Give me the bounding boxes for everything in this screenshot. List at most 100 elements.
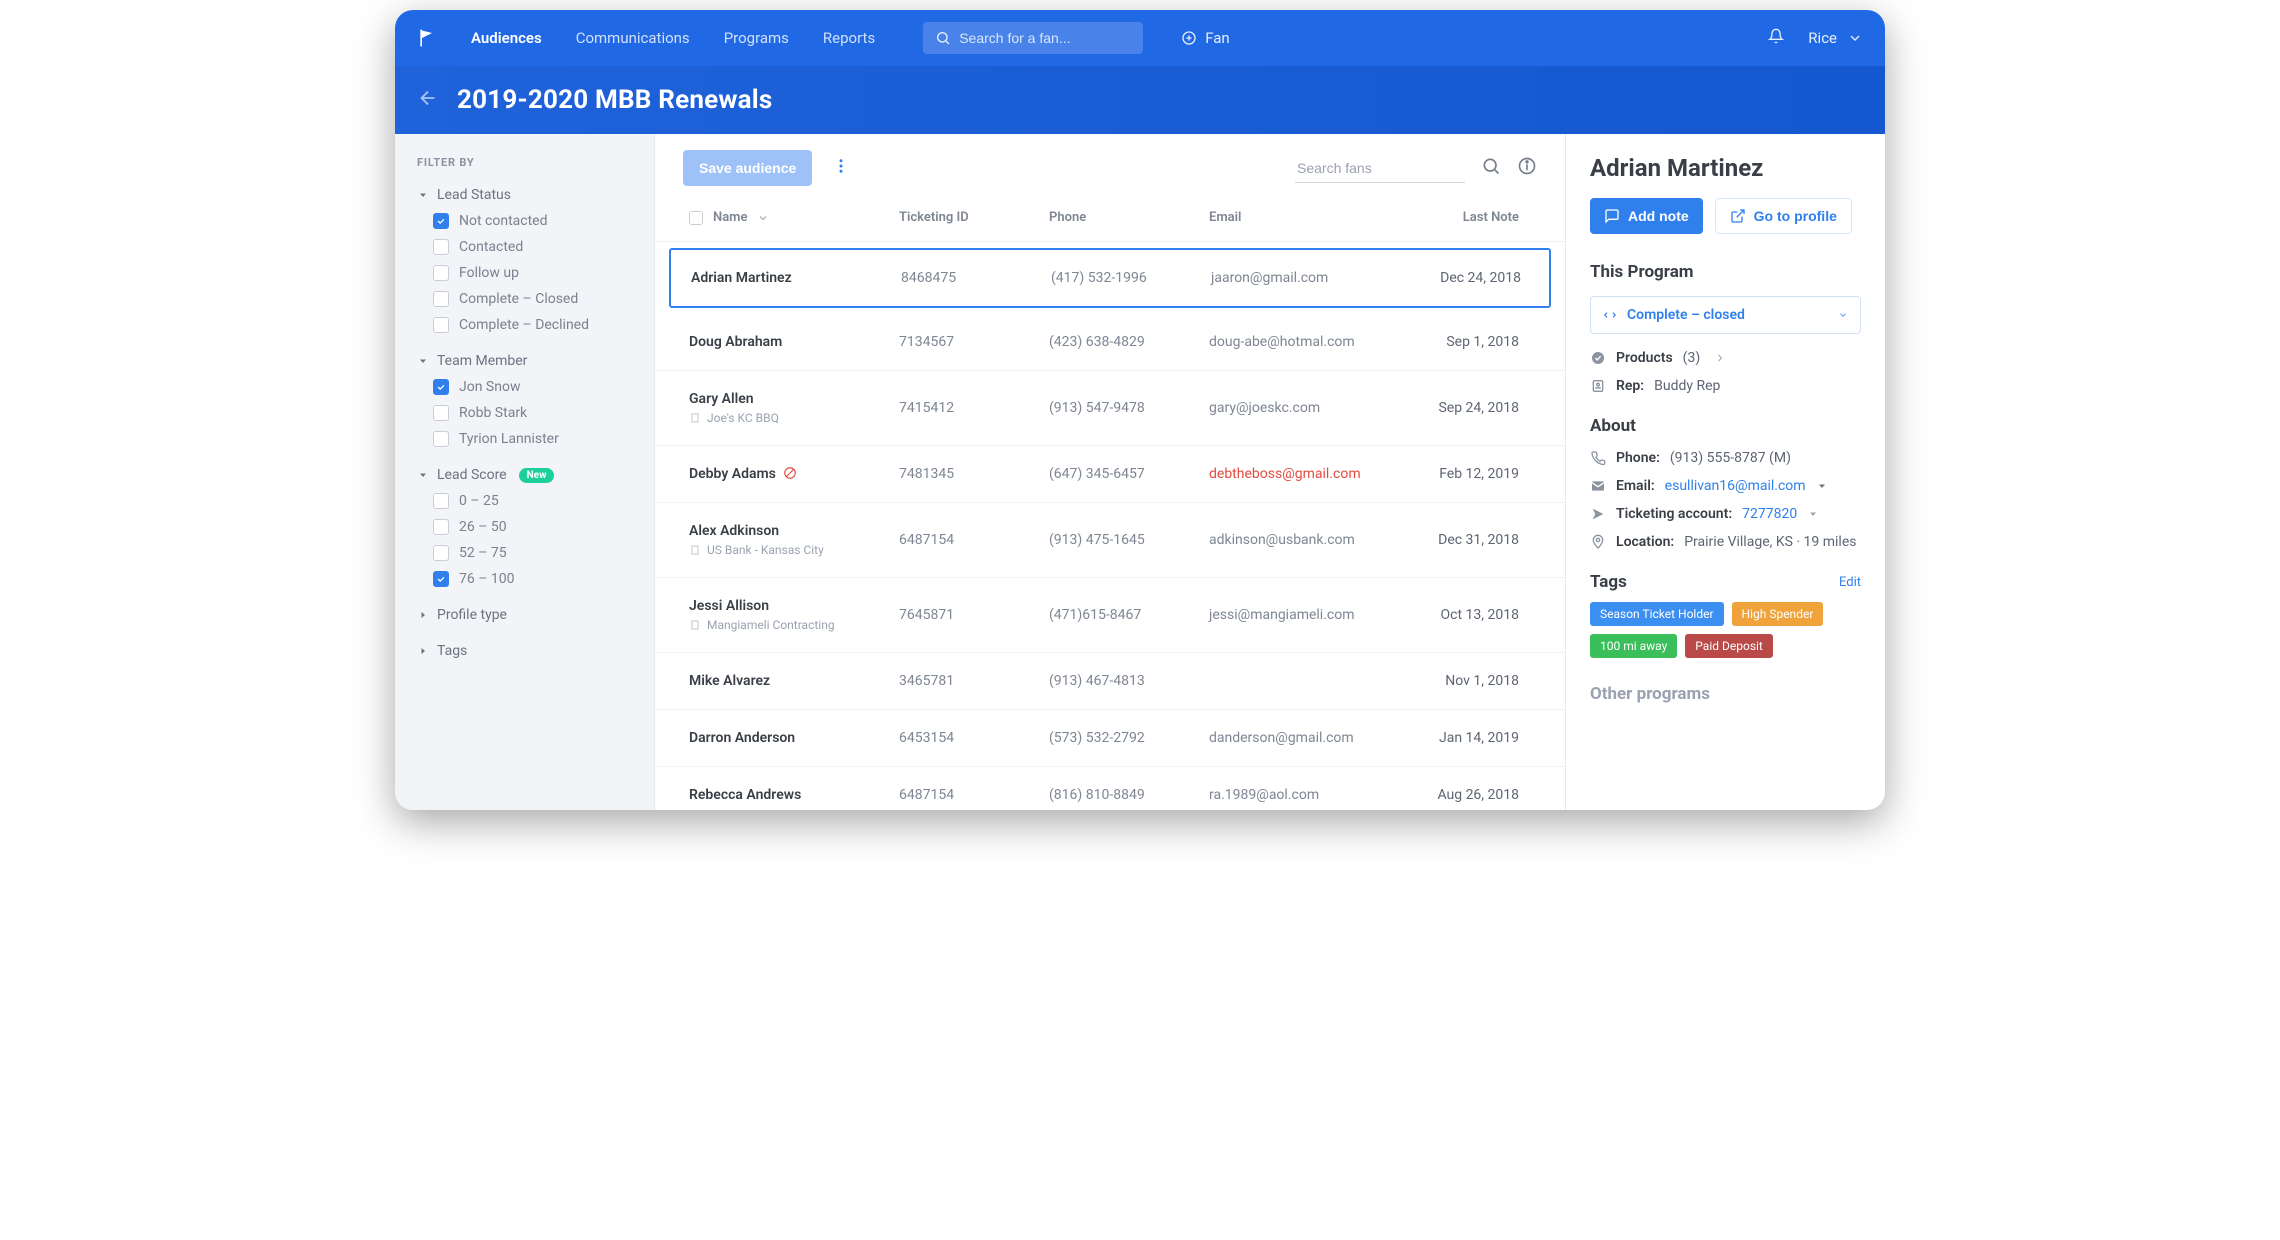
fans-table: Name Ticketing ID Phone Email Last Note … — [655, 196, 1565, 810]
filter-group-header[interactable]: Tags — [417, 643, 636, 659]
checkbox[interactable] — [433, 545, 449, 561]
caret-down-icon[interactable] — [1807, 508, 1819, 520]
row-last-note: Dec 31, 2018 — [1409, 532, 1519, 548]
save-audience-button[interactable]: Save audience — [683, 150, 812, 186]
filter-option[interactable]: Robb Stark — [433, 405, 636, 421]
table-row[interactable]: Adrian Martinez8468475(417) 532-1996jaar… — [669, 248, 1551, 308]
filter-option[interactable]: Complete – Closed — [433, 291, 636, 307]
table-row[interactable]: Jessi AllisonMangiameli Contracting76458… — [655, 578, 1565, 653]
user-menu[interactable]: Rice — [1808, 29, 1863, 47]
rep-row: Rep: Buddy Rep — [1590, 378, 1861, 394]
nav-link-reports[interactable]: Reports — [823, 11, 875, 65]
primary-nav-links: Audiences Communications Programs Report… — [471, 11, 875, 65]
table-header: Name Ticketing ID Phone Email Last Note — [655, 196, 1565, 242]
checkbox[interactable] — [433, 493, 449, 509]
col-email[interactable]: Email — [1209, 210, 1409, 225]
program-status-select[interactable]: Complete – closed — [1590, 296, 1861, 334]
tags-edit-link[interactable]: Edit — [1839, 575, 1861, 590]
building-icon — [689, 412, 701, 424]
col-name[interactable]: Name — [713, 210, 747, 225]
filter-option[interactable]: Jon Snow — [433, 379, 636, 395]
table-row[interactable]: Rebecca Andrews6487154(816) 810-8849ra.1… — [655, 767, 1565, 810]
col-last-note[interactable]: Last Note — [1409, 210, 1519, 225]
nav-link-audiences[interactable]: Audiences — [471, 11, 542, 65]
caret-down-icon[interactable] — [1816, 480, 1828, 492]
filter-group-header[interactable]: Lead Status — [417, 187, 636, 203]
filter-option[interactable]: 76 – 100 — [433, 571, 636, 587]
checkbox[interactable] — [433, 431, 449, 447]
table-row[interactable]: Darron Anderson6453154(573) 532-2792dand… — [655, 710, 1565, 767]
checkbox[interactable] — [433, 405, 449, 421]
nav-link-communications[interactable]: Communications — [576, 11, 690, 65]
sort-icon[interactable] — [757, 212, 769, 224]
checkbox[interactable] — [433, 519, 449, 535]
checkbox[interactable] — [433, 239, 449, 255]
filter-option[interactable]: Complete – Declined — [433, 317, 636, 333]
brand-flag-icon — [417, 28, 437, 48]
filter-option-label: Complete – Closed — [459, 291, 578, 307]
info-button[interactable] — [1517, 156, 1537, 180]
back-button[interactable] — [417, 87, 439, 113]
kebab-icon — [832, 157, 850, 175]
fan-search-input[interactable] — [1295, 154, 1465, 183]
search-icon — [1481, 156, 1501, 176]
global-search[interactable] — [923, 22, 1143, 54]
filter-option[interactable]: 52 – 75 — [433, 545, 636, 561]
about-phone: Phone: (913) 555-8787 (M) — [1590, 450, 1861, 466]
col-ticketing-id[interactable]: Ticketing ID — [899, 210, 1049, 225]
row-name: Darron Anderson — [689, 730, 899, 746]
tag[interactable]: Paid Deposit — [1685, 634, 1773, 658]
table-row[interactable]: Doug Abraham7134567(423) 638-4829doug-ab… — [655, 314, 1565, 371]
caret-down-icon — [417, 189, 429, 201]
add-fan-button[interactable]: Fan — [1181, 29, 1230, 47]
nav-link-programs[interactable]: Programs — [724, 11, 789, 65]
table-row[interactable]: Mike Alvarez3465781(913) 467-4813Nov 1, … — [655, 653, 1565, 710]
checkbox[interactable] — [433, 379, 449, 395]
products-row[interactable]: Products (3) — [1590, 350, 1861, 366]
checkbox[interactable] — [433, 213, 449, 229]
checkbox[interactable] — [433, 571, 449, 587]
table-row[interactable]: Gary AllenJoe's KC BBQ7415412(913) 547-9… — [655, 371, 1565, 446]
filter-option-label: Robb Stark — [459, 405, 527, 421]
row-company: Mangiameli Contracting — [689, 618, 899, 632]
filter-group-header[interactable]: Team Member — [417, 353, 636, 369]
location-icon — [1590, 534, 1606, 550]
select-all-checkbox[interactable] — [689, 211, 703, 225]
filter-option[interactable]: Contacted — [433, 239, 636, 255]
filter-option[interactable]: Not contacted — [433, 213, 636, 229]
filter-option[interactable]: Tyrion Lannister — [433, 431, 636, 447]
about-location: Location: Prairie Village, KS · 19 miles — [1590, 534, 1861, 550]
notifications-button[interactable] — [1768, 28, 1784, 48]
filter-heading: FILTER BY — [417, 156, 636, 169]
caret-right-icon — [417, 645, 429, 657]
program-section-title: This Program — [1590, 262, 1861, 282]
filter-group-header[interactable]: Profile type — [417, 607, 636, 623]
tag[interactable]: Season Ticket Holder — [1590, 602, 1724, 626]
tag-list: Season Ticket Holder High Spender 100 mi a… — [1590, 602, 1861, 658]
tags-section-title: Tags — [1590, 572, 1627, 592]
checkbox[interactable] — [433, 265, 449, 281]
about-ticketing-value[interactable]: 7277820 — [1742, 506, 1797, 522]
top-right-controls: Rice — [1768, 28, 1863, 48]
row-email: danderson@gmail.com — [1209, 730, 1409, 746]
global-search-input[interactable] — [959, 30, 1131, 46]
add-note-button[interactable]: Add note — [1590, 198, 1703, 234]
table-row[interactable]: Alex AdkinsonUS Bank - Kansas City648715… — [655, 503, 1565, 578]
filter-option[interactable]: Follow up — [433, 265, 636, 281]
more-actions-button[interactable] — [826, 151, 856, 185]
tag[interactable]: High Spender — [1732, 602, 1824, 626]
filter-option[interactable]: 0 – 25 — [433, 493, 636, 509]
about-email-value[interactable]: esullivan16@mail.com — [1665, 478, 1806, 494]
fan-search-button[interactable] — [1481, 156, 1501, 180]
filter-option-label: Jon Snow — [459, 379, 520, 395]
checkbox[interactable] — [433, 317, 449, 333]
table-row[interactable]: Debby Adams 7481345(647) 345-6457debtheb… — [655, 446, 1565, 503]
checkbox[interactable] — [433, 291, 449, 307]
filter-group-header[interactable]: Lead ScoreNew — [417, 467, 636, 483]
products-count: (3) — [1683, 350, 1701, 366]
col-phone[interactable]: Phone — [1049, 210, 1209, 225]
filter-option[interactable]: 26 – 50 — [433, 519, 636, 535]
detail-panel: Adrian Martinez Add note Go to profile T… — [1565, 134, 1885, 810]
tag[interactable]: 100 mi away — [1590, 634, 1677, 658]
go-to-profile-button[interactable]: Go to profile — [1715, 198, 1852, 234]
